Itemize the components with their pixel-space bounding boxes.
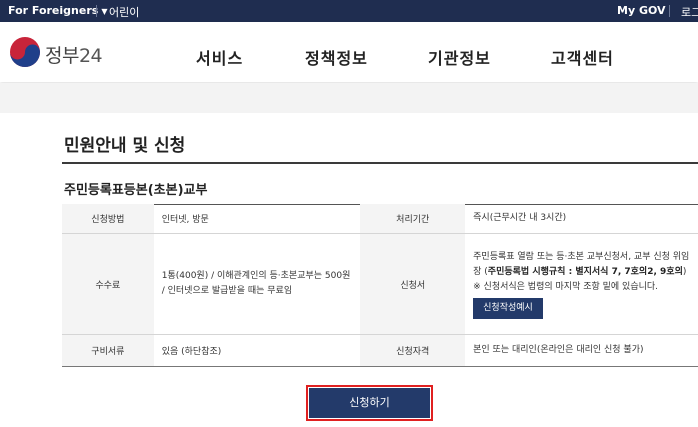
application-form-value: 주민등록표 열람 또는 등·초본 교부신청서, 교부 신청 위임장 (주민등록법… [465, 233, 698, 335]
table-row: 신청방법 인터넷, 방문 처리기간 즉시(근무시간 내 3시간) [62, 204, 698, 234]
service-title: 주민등록표등본(초본)교부 [64, 183, 208, 198]
breadcrumb-strip [0, 83, 698, 113]
table-row: 수수료 1통(400원) / 이해관계인의 등·초본교부는 500원 / 인터넷… [62, 233, 698, 335]
form-description-end: ) [682, 266, 687, 277]
eligibility-value: 본인 또는 대리인(온라인은 대리인 신청 불가) [465, 334, 698, 367]
my-gov-link[interactable]: My GOV [617, 4, 666, 17]
page-title: 민원안내 및 신청 [64, 136, 186, 156]
logo-text-ko: 정부 [45, 45, 79, 67]
form-example-button[interactable]: 신청작성예시 [473, 297, 543, 319]
main-header: 정부24 서비스 정책정보 기관정보 고객센터 [0, 22, 698, 82]
nav-services[interactable]: 서비스 [196, 45, 243, 69]
for-foreigners-label: For Foreigners [8, 4, 99, 17]
apply-button[interactable]: 신청하기 [306, 385, 433, 421]
form-law-reference[interactable]: 주민등록법 시행규칙 : 별지서식 7, 7호의2, 9호의 [488, 267, 683, 277]
taegeuk-logo-icon[interactable] [8, 35, 42, 69]
application-form-label: 신청서 [360, 233, 466, 335]
nav-customer-center[interactable]: 고객센터 [551, 45, 614, 69]
for-foreigners-menu[interactable]: For Foreigners ▼ [8, 4, 107, 17]
caret-down-icon: ▼ [101, 7, 108, 16]
nav-agency-info[interactable]: 기관정보 [428, 45, 491, 69]
table-row: 구비서류 있음 (하단참조) 신청자격 본인 또는 대리인(온라인은 대리인 신… [62, 334, 698, 367]
method-label: 신청방법 [62, 204, 154, 234]
eligibility-label: 신청자격 [360, 334, 466, 367]
title-divider [62, 162, 698, 164]
form-note: ※ 신청서식은 법령의 마지막 조항 밑에 있습니다. [473, 281, 659, 292]
required-docs-label: 구비서류 [62, 334, 154, 367]
service-info-table: 신청방법 인터넷, 방문 처리기간 즉시(근무시간 내 3시간) 수수료 1통(… [62, 204, 698, 367]
divider [96, 5, 97, 17]
utility-bar: For Foreigners ▼ 어린이 My GOV 로그 [0, 0, 698, 22]
kids-link[interactable]: 어린이 [109, 4, 139, 20]
login-link[interactable]: 로그 [681, 4, 698, 20]
required-docs-value: 있음 (하단참조) [153, 334, 361, 367]
method-value: 인터넷, 방문 [153, 204, 361, 234]
nav-policy-info[interactable]: 정책정보 [305, 45, 368, 69]
processing-time-value: 즉시(근무시간 내 3시간) [465, 204, 698, 234]
divider [669, 5, 670, 17]
fee-label: 수수료 [62, 233, 154, 335]
logo-text-num: 24 [78, 45, 103, 67]
fee-value: 1통(400원) / 이해관계인의 등·초본교부는 500원 / 인터넷으로 발… [153, 233, 361, 335]
processing-time-label: 처리기간 [360, 204, 466, 234]
site-logo-text[interactable]: 정부24 [45, 41, 103, 68]
